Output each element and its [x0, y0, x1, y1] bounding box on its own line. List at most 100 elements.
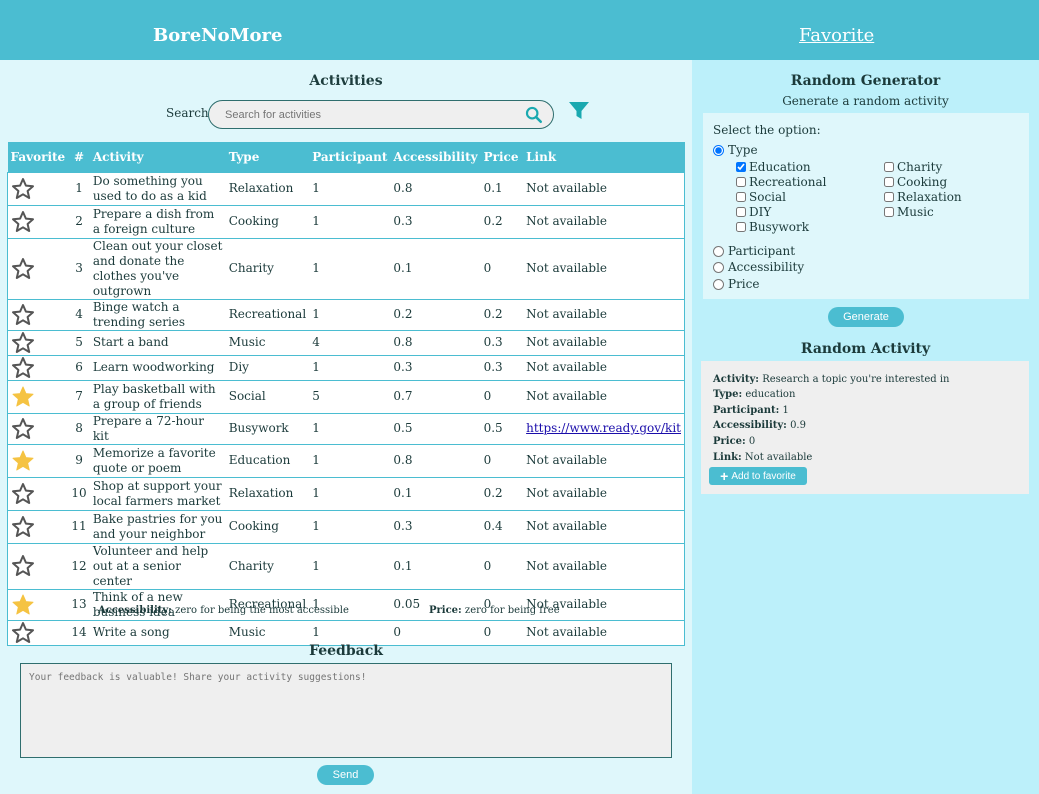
checkbox-recreational[interactable]: Recreational	[736, 175, 826, 189]
favorite-cell	[7, 509, 69, 544]
generate-button[interactable]: Generate	[828, 307, 904, 327]
activity-price: 0	[480, 542, 524, 590]
radio-type[interactable]: Type	[713, 143, 758, 157]
checkbox-diy[interactable]: DIY	[736, 205, 771, 219]
activity-type: Relaxation	[225, 171, 310, 206]
ra-type: Type: education	[713, 389, 795, 400]
radio-accessibility[interactable]: Accessibility	[713, 260, 804, 274]
activities-panel: Activities Search: Favorite # Activity T…	[0, 60, 692, 794]
radio-price[interactable]: Price	[713, 277, 759, 291]
favorite-nav-link[interactable]: Favorite	[799, 25, 874, 46]
activity-price: 0	[480, 619, 524, 646]
activity-accessibility: 0.8	[390, 443, 481, 478]
activity-participant: 1	[309, 509, 391, 544]
favorite-cell	[7, 412, 69, 445]
checkbox-cooking-input[interactable]	[884, 177, 894, 187]
table-row: 7 Play basketball with a group of friends…	[7, 379, 686, 414]
ra-link-value: Not available	[744, 452, 813, 463]
favorite-star-icon[interactable]	[11, 331, 35, 355]
search-input[interactable]	[225, 107, 515, 123]
activity-accessibility: 0.8	[390, 329, 481, 356]
checkbox-charity-label: Charity	[897, 160, 943, 174]
checkbox-education-input[interactable]	[736, 162, 746, 172]
favorite-star-filled-icon[interactable]	[11, 593, 35, 617]
checkbox-diy-input[interactable]	[736, 207, 746, 217]
table-row: 8 Prepare a 72-hour kit Busywork 1 0.5 0.5 htt…	[7, 412, 686, 445]
activity-name: Learn woodworking	[89, 354, 226, 381]
row-number: 4	[68, 298, 90, 331]
favorite-star-filled-icon[interactable]	[11, 449, 35, 473]
radio-type-input[interactable]	[713, 144, 724, 156]
activities-table: Favorite # Activity Type Participant Acc…	[7, 142, 686, 646]
activity-accessibility: 0.7	[390, 379, 481, 414]
table-row: 3 Clean out your closet and donate the cl…	[7, 237, 686, 300]
checkbox-busywork-input[interactable]	[736, 222, 746, 232]
send-button[interactable]: Send	[317, 765, 374, 785]
favorite-star-icon[interactable]	[11, 515, 35, 539]
radio-participant[interactable]: Participant	[713, 244, 795, 258]
add-to-favorite-button[interactable]: + Add to favorite	[709, 467, 807, 485]
activity-link-cell: https://www.ready.gov/kit	[523, 412, 686, 445]
favorite-cell	[7, 619, 69, 646]
ra-participant-value: 1	[782, 405, 789, 416]
activity-type: Charity	[225, 237, 310, 300]
favorite-star-icon[interactable]	[11, 356, 35, 380]
favorite-cell	[7, 379, 69, 414]
activity-price: 0.5	[480, 412, 524, 445]
row-number: 10	[68, 476, 90, 511]
activity-participant: 1	[309, 171, 391, 206]
checkbox-relaxation-label: Relaxation	[897, 190, 962, 204]
activity-name: Prepare a 72-hour kit	[89, 412, 226, 445]
favorite-star-icon[interactable]	[11, 257, 35, 281]
ra-link: Link: Not available	[713, 452, 812, 463]
checkbox-music-label: Music	[897, 205, 934, 219]
radio-price-input[interactable]	[713, 278, 724, 290]
ra-accessibility: Accessibility: 0.9	[713, 420, 806, 431]
top-bar: BoreNoMore Favorite	[0, 0, 1039, 60]
activity-link[interactable]: https://www.ready.gov/kit	[526, 421, 681, 435]
favorite-star-icon[interactable]	[11, 210, 35, 234]
checkbox-relaxation-input[interactable]	[884, 192, 894, 202]
checkbox-music-input[interactable]	[884, 207, 894, 217]
checkbox-social[interactable]: Social	[736, 190, 786, 204]
activity-link-cell: Not available	[523, 204, 686, 239]
checkbox-cooking[interactable]: Cooking	[884, 175, 947, 189]
favorite-star-icon[interactable]	[11, 621, 35, 645]
price-note-label: Price:	[429, 605, 462, 616]
activity-link-text: Not available	[526, 307, 608, 321]
favorite-star-icon[interactable]	[11, 417, 35, 441]
feedback-textarea[interactable]	[20, 663, 672, 758]
search-box[interactable]	[208, 100, 554, 129]
radio-participant-input[interactable]	[713, 245, 724, 257]
checkbox-charity-input[interactable]	[884, 162, 894, 172]
checkbox-busywork[interactable]: Busywork	[736, 220, 809, 234]
table-row: 2 Prepare a dish from a foreign culture Co…	[7, 204, 686, 239]
activity-type: Cooking	[225, 204, 310, 239]
checkbox-social-input[interactable]	[736, 192, 746, 202]
checkbox-music[interactable]: Music	[884, 205, 934, 219]
checkbox-recreational-input[interactable]	[736, 177, 746, 187]
activity-type: Diy	[225, 354, 310, 381]
activity-link-cell: Not available	[523, 329, 686, 356]
checkbox-charity[interactable]: Charity	[884, 160, 942, 174]
favorite-star-icon[interactable]	[11, 177, 35, 201]
activity-link-text: Not available	[526, 335, 608, 349]
accessibility-note-text: zero for being the most accessible	[175, 605, 349, 616]
checkbox-education[interactable]: Education	[736, 160, 811, 174]
activity-price: 0.2	[480, 298, 524, 331]
favorite-star-icon[interactable]	[11, 482, 35, 506]
search-icon[interactable]	[525, 106, 543, 124]
radio-accessibility-input[interactable]	[713, 261, 724, 273]
favorite-star-icon[interactable]	[11, 303, 35, 327]
brand-logo[interactable]: BoreNoMore	[153, 25, 282, 46]
radio-price-label: Price	[728, 277, 760, 291]
checkbox-relaxation[interactable]: Relaxation	[884, 190, 962, 204]
favorite-star-icon[interactable]	[11, 554, 35, 578]
activity-participant: 1	[309, 412, 391, 445]
filter-icon[interactable]	[568, 101, 590, 121]
favorite-star-filled-icon[interactable]	[11, 385, 35, 409]
col-favorite: Favorite	[7, 142, 69, 172]
activity-accessibility: 0.1	[390, 237, 481, 300]
checkbox-social-label: Social	[749, 190, 786, 204]
activity-link-text: Not available	[526, 360, 608, 374]
